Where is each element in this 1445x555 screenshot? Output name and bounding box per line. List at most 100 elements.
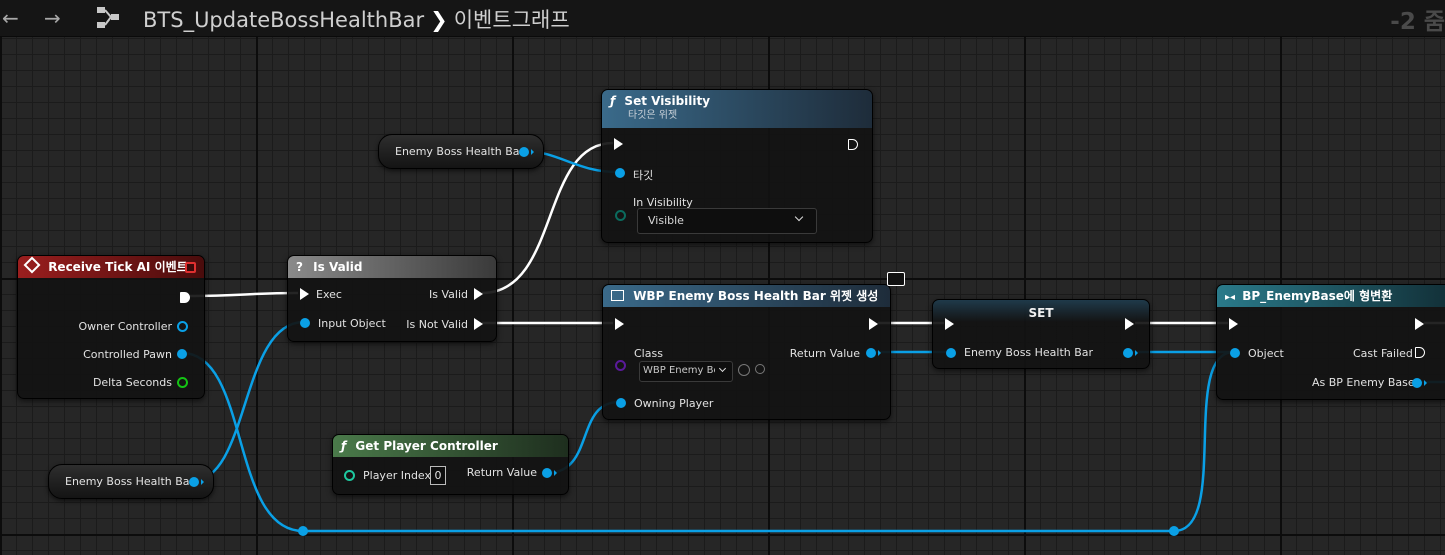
is-valid-exec-output-pin[interactable] bbox=[474, 288, 483, 300]
visibility-dropdown[interactable]: Visible bbox=[637, 208, 817, 234]
widget-icon bbox=[611, 290, 624, 301]
macro-node-is-valid[interactable]: ? Is Valid Exec Input Object Is Valid Is… bbox=[287, 255, 497, 342]
function-icon: ƒ bbox=[341, 439, 347, 453]
cast-node-bp-enemybase[interactable]: ▸◂ BP_EnemyBase에 형변환 Object Cast Failed … bbox=[1216, 284, 1445, 400]
node-title: WBP Enemy Boss Health Bar 위젯 생성 bbox=[633, 289, 879, 303]
latent-monitor-icon bbox=[887, 272, 905, 286]
node-title: Get Player Controller bbox=[355, 439, 498, 453]
graph-canvas[interactable]: Enemy Boss Health Bar Enemy Boss Health … bbox=[0, 0, 1445, 555]
pin-label-input-object: Input Object bbox=[318, 317, 386, 330]
cast-arrow-icon: ▸◂ bbox=[1225, 292, 1236, 303]
node-title: Receive Tick AI 이벤트 bbox=[48, 260, 188, 274]
pin-arrow bbox=[554, 470, 557, 476]
exec-output-pin[interactable] bbox=[1415, 318, 1424, 330]
pin-label-return-value: Return Value bbox=[466, 466, 537, 479]
variable-getter-enemy-boss-health-bar-2[interactable]: Enemy Boss Health Bar bbox=[48, 464, 214, 499]
chevron-down-icon bbox=[718, 364, 727, 373]
variable-label: Enemy Boss Health Bar bbox=[65, 475, 195, 488]
pin-label-is-valid: Is Valid bbox=[429, 288, 468, 301]
pin-label-object: Object bbox=[1248, 347, 1284, 360]
node-header: WBP Enemy Boss Health Bar 위젯 생성 bbox=[603, 285, 890, 307]
pin-label-owner-controller: Owner Controller bbox=[78, 320, 172, 333]
node-header: ƒ Set Visibility 타깃은 위젯 bbox=[602, 90, 872, 128]
node-title: SET bbox=[1028, 306, 1054, 320]
class-pin[interactable] bbox=[615, 360, 626, 371]
browse-search-icon[interactable] bbox=[755, 364, 765, 374]
pin-label-target: 타깃 bbox=[633, 169, 654, 182]
exec-output-pin[interactable] bbox=[1125, 318, 1134, 330]
pin-arrow bbox=[531, 149, 534, 155]
pin-label-delta-seconds: Delta Seconds bbox=[92, 376, 172, 389]
breadcrumb-asset[interactable]: BTS_UpdateBossHealthBar bbox=[143, 8, 424, 32]
node-subtitle: 타깃은 위젯 bbox=[628, 110, 678, 121]
input-object-pin[interactable] bbox=[300, 318, 310, 328]
pin-arrow bbox=[1424, 380, 1427, 386]
function-node-create-widget[interactable]: WBP Enemy Boss Health Bar 위젯 생성 Class WB… bbox=[602, 272, 905, 420]
in-visibility-pin[interactable] bbox=[615, 210, 626, 221]
pin-label-owning-player: Owning Player bbox=[634, 397, 714, 410]
back-arrow-icon[interactable]: ← bbox=[2, 6, 19, 30]
breadcrumb-separator-icon: ❯ bbox=[430, 8, 448, 32]
exec-output-pin[interactable] bbox=[180, 292, 190, 303]
pin-label-player-index: Player Index bbox=[363, 469, 432, 482]
variable-output-pin[interactable] bbox=[519, 147, 529, 157]
event-node-receive-tick-ai[interactable]: Receive Tick AI 이벤트 Owner Controller Con… bbox=[17, 255, 205, 399]
class-selector-dropdown[interactable]: WBP Enemy Bos bbox=[639, 361, 733, 382]
pin-label-class: Class bbox=[634, 347, 663, 360]
player-index-pin[interactable] bbox=[344, 470, 355, 481]
variable-input-pin[interactable] bbox=[946, 348, 956, 358]
exec-input-pin[interactable] bbox=[1229, 318, 1238, 330]
pin-label-controlled-pawn: Controlled Pawn bbox=[83, 348, 172, 361]
pin-label-variable: Enemy Boss Health Bar bbox=[964, 346, 1094, 359]
node-header: SET bbox=[933, 306, 1149, 320]
pure-node-get-player-controller[interactable]: ƒ Get Player Controller Player Index 0 R… bbox=[332, 434, 569, 495]
node-header: Receive Tick AI 이벤트 bbox=[18, 256, 204, 278]
node-header: ▸◂ BP_EnemyBase에 형변환 bbox=[1217, 285, 1445, 307]
pin-arrow bbox=[201, 479, 204, 485]
return-value-pin[interactable] bbox=[866, 348, 876, 358]
variable-set-node[interactable]: SET Enemy Boss Health Bar bbox=[932, 299, 1150, 369]
variable-output-pin[interactable] bbox=[189, 477, 199, 487]
cast-failed-exec-pin[interactable] bbox=[1415, 347, 1425, 358]
node-title: Is Valid bbox=[313, 260, 363, 274]
breadcrumb: BTS_UpdateBossHealthBar ❯ 이벤트그래프 bbox=[143, 4, 570, 34]
use-selected-arrow-icon[interactable] bbox=[738, 364, 750, 376]
node-header: ƒ Get Player Controller bbox=[333, 435, 568, 457]
return-value-pin[interactable] bbox=[542, 468, 552, 478]
reroute-node-right[interactable] bbox=[1169, 526, 1179, 536]
delegate-pin-icon[interactable] bbox=[185, 262, 196, 273]
forward-arrow-icon[interactable]: → bbox=[44, 6, 61, 30]
class-selector-value: WBP Enemy Bos bbox=[643, 365, 715, 376]
exec-wire-tick-to-isvalid bbox=[189, 291, 299, 298]
variable-getter-enemy-boss-health-bar[interactable]: Enemy Boss Health Bar bbox=[378, 134, 544, 169]
function-icon: ƒ bbox=[610, 94, 616, 108]
target-pin[interactable] bbox=[615, 168, 625, 178]
owning-player-pin[interactable] bbox=[616, 398, 626, 408]
exec-input-pin[interactable] bbox=[945, 318, 954, 330]
delta-seconds-pin[interactable] bbox=[177, 377, 188, 388]
exec-input-pin[interactable] bbox=[614, 138, 623, 150]
exec-output-pin[interactable] bbox=[848, 139, 858, 150]
node-title: Set Visibility bbox=[624, 94, 711, 108]
pin-label-cast-failed: Cast Failed bbox=[1353, 347, 1413, 360]
owner-controller-pin[interactable] bbox=[177, 321, 188, 332]
exec-input-pin[interactable] bbox=[615, 318, 624, 330]
is-not-valid-exec-output-pin[interactable] bbox=[474, 318, 483, 330]
function-node-set-visibility[interactable]: ƒ Set Visibility 타깃은 위젯 타깃 In Visibility… bbox=[601, 89, 873, 243]
event-diamond-icon bbox=[23, 256, 41, 274]
graph-toolbar: ← → BTS_UpdateBossHealthBar ❯ 이벤트그래프 -2 줌 bbox=[0, 0, 1445, 37]
reroute-node-left[interactable] bbox=[298, 526, 308, 536]
obj-wire-var-to-inputobject bbox=[191, 320, 305, 483]
exec-output-pin[interactable] bbox=[869, 318, 878, 330]
wire-layer bbox=[181, 141, 1445, 533]
object-pin[interactable] bbox=[1230, 348, 1240, 358]
breadcrumb-graph[interactable]: 이벤트그래프 bbox=[454, 8, 570, 32]
variable-output-pin[interactable] bbox=[1123, 348, 1133, 358]
question-icon: ? bbox=[296, 260, 303, 274]
player-index-input[interactable]: 0 bbox=[430, 466, 446, 485]
exec-input-pin[interactable] bbox=[300, 288, 309, 300]
controlled-pawn-pin[interactable] bbox=[177, 349, 187, 359]
as-bp-enemy-base-pin[interactable] bbox=[1412, 378, 1422, 388]
graph-hierarchy-icon bbox=[97, 7, 119, 28]
pin-label-as-bp-enemy-base: As BP Enemy Base bbox=[1312, 376, 1415, 389]
